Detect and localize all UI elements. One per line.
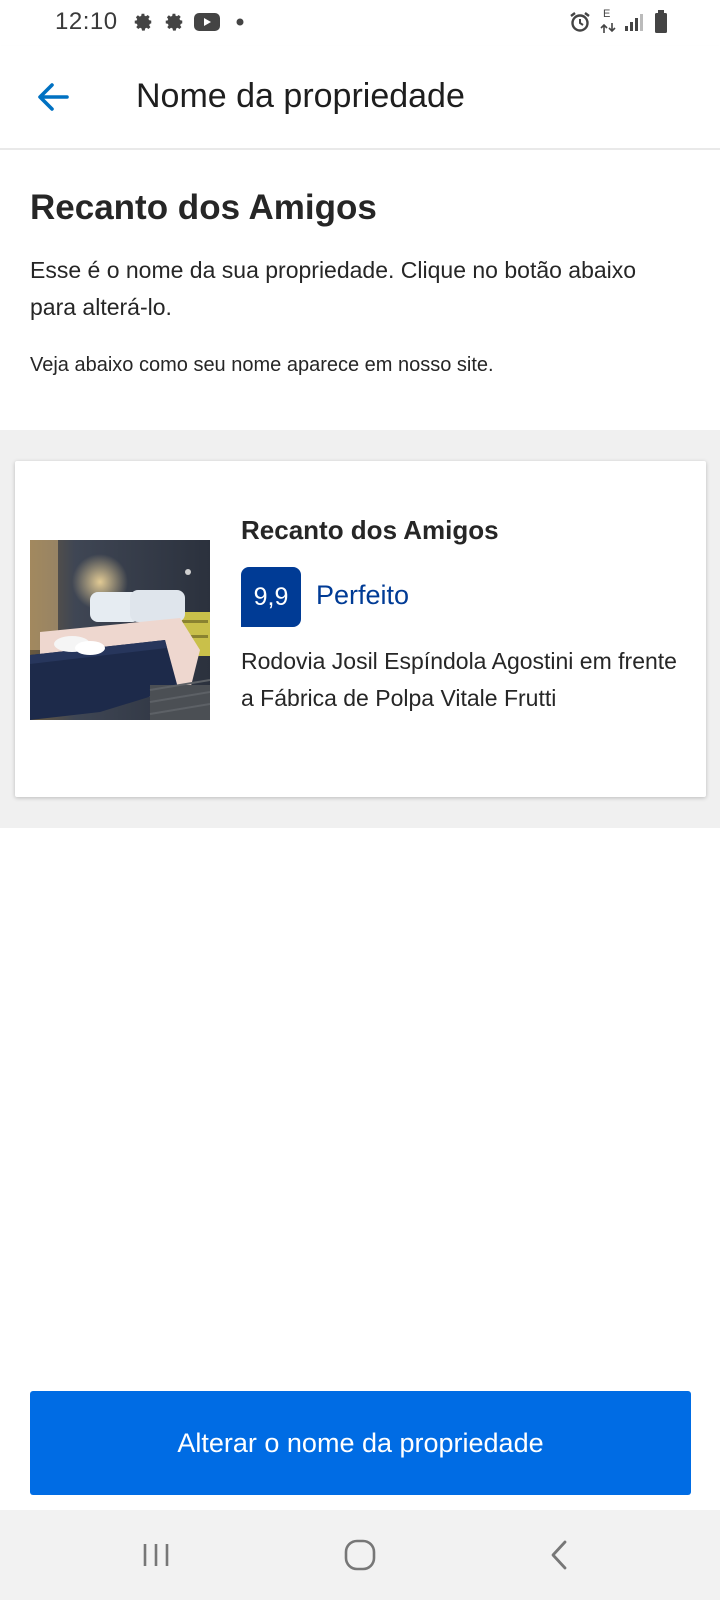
- network-label: E: [603, 8, 611, 20]
- alarm-icon: [570, 12, 590, 32]
- page-title: Nome da propriedade: [136, 77, 465, 115]
- back-icon: [551, 1540, 567, 1570]
- status-time: 12:10: [55, 8, 118, 35]
- change-property-name-button[interactable]: Alterar o nome da propriedade: [30, 1391, 691, 1495]
- intro-description: Esse é o nome da sua propriedade. Clique…: [30, 257, 637, 320]
- signal-icon: [625, 14, 643, 31]
- preview-section: Recanto dos Amigos 9,9 Perfeito Rodovia …: [0, 430, 720, 828]
- home-button[interactable]: [330, 1530, 390, 1580]
- network-type-label: E: [600, 8, 616, 34]
- intro-section: Recanto dos Amigos Esse é o nome da sua …: [0, 150, 720, 430]
- system-nav-bar: [0, 1510, 720, 1600]
- nav-back-button[interactable]: [530, 1530, 590, 1580]
- property-address: Rodovia Josil Espíndola Agostini em fren…: [241, 648, 677, 711]
- recents-icon: [143, 1544, 169, 1566]
- property-photo: [30, 540, 210, 720]
- property-name-heading: Recanto dos Amigos: [30, 188, 377, 227]
- data-arrows-icon: [600, 23, 616, 33]
- youtube-icon: [194, 13, 220, 31]
- gear-icon: [165, 13, 183, 31]
- dot-icon: [236, 18, 244, 26]
- status-left-icons: [132, 11, 245, 33]
- recents-button[interactable]: [126, 1530, 186, 1580]
- review-score-badge: 9,9: [241, 567, 301, 627]
- status-bar: 12:10 E: [0, 0, 720, 46]
- battery-icon: [655, 10, 667, 33]
- preview-note: Veja abaixo como seu nome aparece em nos…: [30, 354, 494, 376]
- arrow-left-icon: [38, 83, 69, 111]
- home-icon: [344, 1539, 376, 1571]
- preview-property-name: Recanto dos Amigos: [241, 515, 499, 545]
- app-bar: Nome da propriedade: [0, 46, 720, 150]
- property-preview-card: Recanto dos Amigos 9,9 Perfeito Rodovia …: [15, 461, 706, 797]
- back-button[interactable]: [28, 72, 78, 122]
- status-right-icons: E: [568, 8, 668, 34]
- gear-icon: [134, 13, 152, 31]
- review-score-label: Perfeito: [316, 580, 410, 610]
